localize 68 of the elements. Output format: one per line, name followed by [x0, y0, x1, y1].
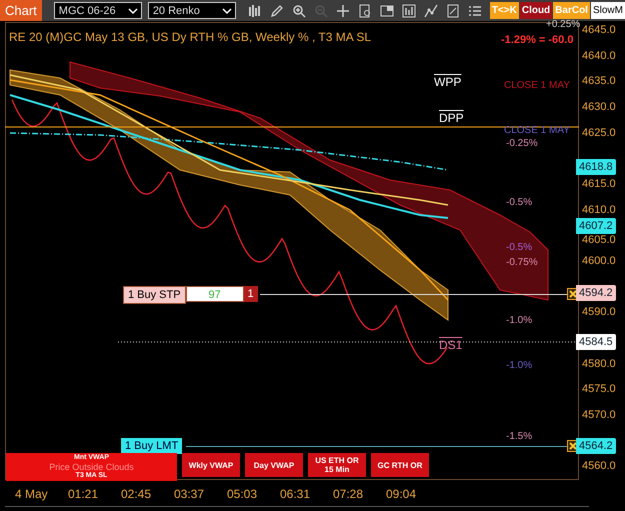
price-tick: 4590.0: [581, 306, 616, 318]
change-percent: +0.25%: [546, 19, 580, 30]
level-label: DPP: [439, 111, 464, 125]
level-label: -0.25%: [506, 138, 538, 149]
level-label: -0.75%: [506, 257, 538, 268]
instrument-dropdown[interactable]: MGC 06-26: [54, 2, 142, 19]
period-dropdown[interactable]: 20 Renko: [148, 2, 236, 19]
time-tick: 09:04: [386, 487, 418, 501]
price-tick: 4570.0: [581, 409, 616, 421]
price-marker: 4564.2: [576, 438, 616, 454]
order-count[interactable]: 1: [244, 286, 258, 302]
level-label: CLOSE 1 MAY: [504, 125, 570, 136]
price-tick: 4610.0: [581, 204, 616, 216]
crosshair-icon[interactable]: [336, 4, 350, 18]
toggle-button[interactable]: SlowM: [590, 2, 625, 19]
price-marker: 4584.5: [576, 334, 616, 350]
price-tick: 4630.0: [581, 101, 616, 113]
time-tick: 06:31: [280, 487, 312, 501]
price-tick: 4580.0: [581, 358, 616, 370]
data-box-icon[interactable]: [358, 4, 372, 18]
level-label: WPP: [434, 75, 462, 89]
price-tick: 4600.0: [581, 255, 616, 267]
price-marker: 4594.2: [576, 284, 616, 301]
change-value: -1.29% = -60.0: [501, 34, 574, 46]
strategy-icon[interactable]: [424, 4, 438, 18]
price-marker: 4607.2: [576, 218, 616, 234]
time-tick: 01:21: [68, 487, 100, 501]
price-tick: 4625.0: [581, 126, 616, 139]
chart-tab[interactable]: Chart: [0, 0, 42, 21]
level-label: -1.0%: [506, 360, 532, 371]
toggle-button[interactable]: Cloud: [520, 2, 552, 19]
list-icon[interactable]: [468, 4, 482, 18]
signal-message: Price Outside Clouds: [49, 462, 134, 472]
level-label: -0.5%: [506, 197, 532, 208]
price-tick: 4635.0: [581, 75, 616, 87]
quantity-field[interactable]: 97: [186, 286, 244, 302]
indicator-button[interactable]: Wkly VWAP: [182, 453, 240, 477]
time-tick: 05:03: [227, 487, 258, 501]
order-label[interactable]: 1 Buy LMT: [121, 438, 182, 454]
caret-icon: [128, 6, 138, 14]
indicator-icon[interactable]: [402, 4, 416, 18]
order-label[interactable]: 1 Buy STP: [123, 286, 186, 304]
price-tick: 4560.0: [581, 460, 616, 472]
price-tick: 4615.0: [581, 178, 616, 190]
price-tick: 4575.0: [581, 383, 616, 395]
time-tick: 4 May: [15, 487, 47, 501]
bar-chart-icon[interactable]: [248, 4, 262, 18]
level-label: -1.0%: [506, 315, 532, 326]
price-tick: 4645.0: [581, 24, 616, 36]
level-label: DS1: [439, 338, 462, 352]
level-label: -1.5%: [506, 431, 532, 442]
time-tick: 07:28: [333, 487, 364, 501]
pencil-icon[interactable]: [270, 4, 284, 18]
price-marker: 4618.8: [576, 158, 616, 174]
indicator-button[interactable]: GC RTH OR: [371, 453, 429, 477]
level-label: CLOSE 1 MAY: [504, 80, 570, 91]
indicator-button[interactable]: US ETH OR 15 Min: [308, 453, 366, 477]
indicator-button[interactable]: Day VWAP: [245, 453, 303, 477]
chart-title: RE 20 (M)GC May 13 GB, US Dy RTH % GB, Weekly % , T3 MA SL: [9, 30, 372, 44]
time-tick: 03:37: [174, 487, 206, 501]
properties-icon[interactable]: [446, 4, 460, 18]
price-tick: 4605.0: [581, 234, 616, 246]
level-label: -0.5%: [506, 242, 532, 253]
time-tick: 02:45: [121, 487, 152, 501]
zoom-in-icon[interactable]: [292, 4, 306, 18]
price-tick: 4640.0: [581, 50, 616, 62]
template-icon[interactable]: [380, 4, 394, 18]
caret-icon: [222, 6, 232, 14]
